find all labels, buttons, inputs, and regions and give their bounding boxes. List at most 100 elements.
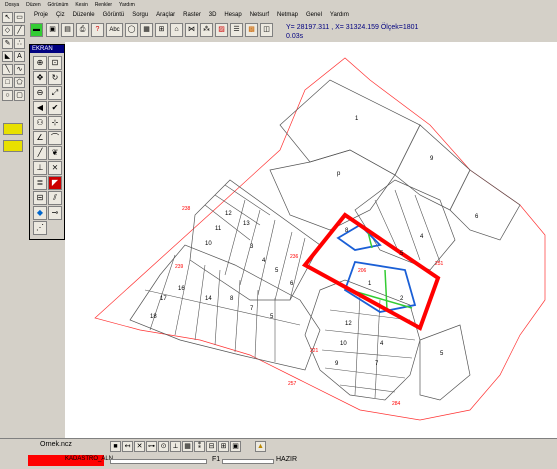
parcel-code: 251 <box>435 261 444 267</box>
snap-near-icon[interactable]: ⊟ <box>206 441 217 452</box>
green-bar-icon[interactable]: ▬ <box>30 23 43 37</box>
snap-node-icon[interactable]: ⁑ <box>194 441 205 452</box>
snap-line-icon[interactable]: ↤ <box>122 441 133 452</box>
split-icon[interactable]: ⋈ <box>185 23 198 37</box>
map-icon[interactable]: ▩ <box>245 23 258 37</box>
curve-icon[interactable]: ∿ <box>14 64 25 75</box>
help-icon[interactable]: ? <box>91 23 104 37</box>
menu-item-dosya[interactable]: Dosya <box>5 0 19 10</box>
menu-item-yardim[interactable]: Yardım <box>119 0 135 10</box>
snap-mid-icon[interactable]: ⊶ <box>146 441 157 452</box>
menu-raster[interactable]: Raster <box>183 10 201 21</box>
table-icon[interactable]: ⊟ <box>33 191 47 205</box>
zoom-window-icon[interactable]: ⊡ <box>48 56 62 70</box>
grid-icon[interactable]: ▦ <box>140 23 153 37</box>
map-canvas[interactable]: 1 p 9 6 12 11 10 13 3 4 5 6 17 18 16 14 … <box>65 42 557 438</box>
text-icon[interactable]: A <box>14 51 25 62</box>
menu-item-duzen[interactable]: Düzen <box>26 0 40 10</box>
snap-tangent-icon[interactable]: ⊞ <box>218 441 229 452</box>
parcel-label: 5 <box>440 351 444 357</box>
snap-perp-icon[interactable]: ⟂ <box>170 441 181 452</box>
menu-proje[interactable]: Proje <box>34 10 48 21</box>
parcel-code: 284 <box>392 401 401 407</box>
snap-cross-icon[interactable]: ✕ <box>134 441 145 452</box>
snap-center-icon[interactable]: ⊙ <box>158 441 169 452</box>
menu-yardim[interactable]: Yardım <box>330 10 349 21</box>
slash-icon[interactable]: ╱ <box>33 146 47 160</box>
menu-item-renkler[interactable]: Renkler <box>95 0 112 10</box>
parcel-label: 9 <box>335 361 339 367</box>
check-icon[interactable]: ✔ <box>48 101 62 115</box>
parcel-icon[interactable]: ⌂ <box>170 23 183 37</box>
fit-icon[interactable]: ⤢ <box>48 86 62 100</box>
leaf-icon[interactable]: ❦ <box>48 146 62 160</box>
active-layer-name[interactable]: KADASTRO_ALN <box>65 456 113 462</box>
spray-icon[interactable]: ∴ <box>14 38 25 49</box>
arc-icon[interactable]: ⌒ <box>48 131 62 145</box>
parallel-icon[interactable]: ⫽ <box>48 191 62 205</box>
binoculars-icon[interactable]: ⚇ <box>33 116 47 130</box>
layer-a-icon[interactable] <box>3 123 23 135</box>
menu-sorgu[interactable]: Sorgu <box>132 10 148 21</box>
eraser-icon[interactable]: ◇ <box>2 25 13 36</box>
district-boundary <box>94 57 546 421</box>
menu-netmap[interactable]: Netmap <box>277 10 298 21</box>
line-icon[interactable]: ╱ <box>14 25 25 36</box>
snap-quad-icon[interactable]: ▣ <box>230 441 241 452</box>
angle-icon[interactable]: ∠ <box>33 131 47 145</box>
center-icon[interactable]: ⊹ <box>48 116 62 130</box>
abc-text-button[interactable]: Abc <box>106 23 123 37</box>
node-icon[interactable]: ⁂ <box>200 23 213 37</box>
parcel <box>269 149 396 231</box>
window-icon[interactable]: ◫ <box>260 23 273 37</box>
menu-netsurf[interactable]: Netsurf <box>250 10 269 21</box>
point-icon[interactable]: ⊸ <box>48 206 62 220</box>
snap-end-icon[interactable]: ■ <box>110 441 121 452</box>
polygon-icon[interactable]: ⬠ <box>14 77 25 88</box>
diagonal-line-icon[interactable]: ╲ <box>2 64 13 75</box>
menu-hesap[interactable]: Hesap <box>224 10 241 21</box>
rounded-rect-icon[interactable]: ▢ <box>14 90 25 101</box>
menu-item-kesin[interactable]: Kesin <box>75 0 88 10</box>
parcel-label: 5 <box>275 268 279 274</box>
zoom-out-icon[interactable]: ⊖ <box>33 86 47 100</box>
menu-item-gorunum[interactable]: Görünüm <box>48 0 69 10</box>
trim-icon[interactable]: ⋰ <box>33 221 47 235</box>
warning-icon[interactable]: ▲ <box>255 441 266 452</box>
layers-icon[interactable]: ☰ <box>230 23 243 37</box>
print-icon[interactable]: ⎙ <box>76 23 89 37</box>
parcel <box>449 169 521 241</box>
crossing-icon[interactable]: ⨯ <box>48 161 62 175</box>
highlighted-parcel-green-line <box>384 269 388 311</box>
select-icon[interactable]: ↖ <box>2 12 13 23</box>
rect-icon[interactable]: □ <box>2 77 13 88</box>
stack-icon[interactable]: ≣ <box>33 176 47 190</box>
menu-araclar[interactable]: Araçlar <box>156 10 175 21</box>
ellipse-icon[interactable]: ○ <box>2 90 13 101</box>
zoom-in-icon[interactable]: ⊕ <box>33 56 47 70</box>
pan-icon[interactable]: ✥ <box>33 71 47 85</box>
menu-ciz[interactable]: Çiz <box>56 10 65 21</box>
raster-icon[interactable]: ▨ <box>215 23 228 37</box>
snap-grid-icon[interactable]: ▦ <box>182 441 193 452</box>
parcel-label: 17 <box>160 296 167 302</box>
palette-title: EKRAN <box>30 45 64 53</box>
open-icon[interactable]: ▣ <box>46 23 59 37</box>
menu-3d[interactable]: 3D <box>209 10 217 21</box>
previous-view-icon[interactable]: ◀ <box>33 101 47 115</box>
measure-icon[interactable]: ⊞ <box>155 23 168 37</box>
layer-b-icon[interactable] <box>3 140 23 152</box>
parcel-block <box>129 244 321 371</box>
menu-genel[interactable]: Genel <box>306 10 322 21</box>
fill-icon[interactable]: ◣ <box>2 51 13 62</box>
rectangle-select-icon[interactable]: ▭ <box>14 12 25 23</box>
menu-goruntu[interactable]: Görüntü <box>103 10 125 21</box>
circle-icon[interactable]: ◯ <box>125 23 138 37</box>
menu-duzenle[interactable]: Düzenle <box>73 10 95 21</box>
color-icon[interactable]: ◆ <box>33 206 47 220</box>
save-icon[interactable]: ▤ <box>61 23 74 37</box>
red-fill-icon[interactable]: ◤ <box>48 176 62 190</box>
pencil-icon[interactable]: ✎ <box>2 38 13 49</box>
ruler-icon[interactable]: ⊥ <box>33 161 47 175</box>
redraw-icon[interactable]: ↻ <box>48 71 62 85</box>
